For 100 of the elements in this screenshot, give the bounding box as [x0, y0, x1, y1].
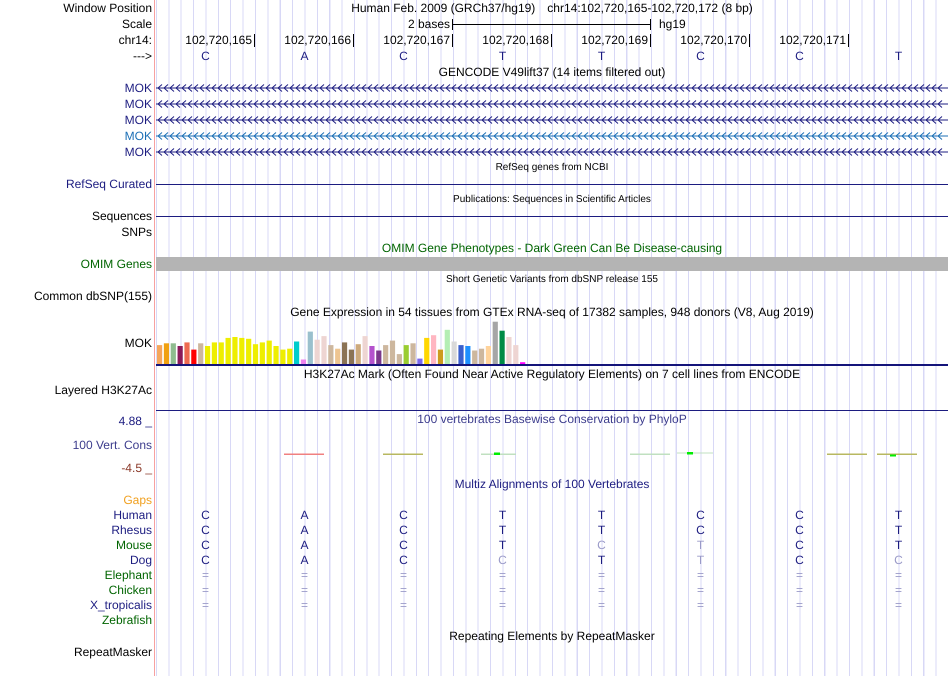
base-letter: C: [893, 553, 904, 568]
track-title: Publications: Sequences in Scientific Articles: [453, 193, 651, 207]
base-letter: =: [894, 583, 903, 598]
track-title: Repeating Elements by RepeatMasker: [449, 628, 655, 644]
track-label[interactable]: MOK: [0, 144, 154, 160]
base-letter: =: [794, 568, 804, 583]
base-letter: T: [498, 523, 508, 538]
base-letter: T: [696, 553, 706, 568]
base-letter: =: [200, 583, 210, 598]
coordinate-label: 102,720,170: [680, 34, 750, 46]
base-letter: C: [794, 508, 805, 523]
species-label: Rhesus: [110, 523, 153, 538]
base-letter: T: [596, 48, 606, 64]
base-letter: =: [200, 568, 210, 583]
track-label[interactable]: RepeatMasker: [0, 644, 154, 660]
base-letter: C: [200, 538, 211, 553]
scale-text: 2 bases: [408, 16, 451, 32]
base-letter: =: [398, 598, 408, 613]
gene-feature-drawing[interactable]: [156, 147, 948, 157]
base-letter: A: [299, 48, 310, 64]
gene-feature-drawing[interactable]: [156, 115, 948, 125]
track-label[interactable]: Common dbSNP(155): [0, 288, 154, 304]
base-letter: =: [300, 598, 309, 613]
coordinate-label: 102,720,166: [284, 34, 354, 46]
track-title: 100 vertebrates Basewise Conservation by PhyloP: [417, 411, 687, 427]
base-letter: =: [696, 598, 705, 613]
base-letter: T: [596, 553, 606, 568]
coordinate-label: 102,720,165: [185, 34, 255, 46]
base-letter: T: [894, 508, 904, 523]
assembly-text: hg19: [658, 16, 687, 32]
track-label: Window Position: [62, 0, 153, 16]
base-letter: C: [200, 553, 211, 568]
base-letter: =: [794, 598, 804, 613]
track-label[interactable]: Layered H3K27Ac: [0, 382, 154, 411]
base-letter: =: [696, 568, 705, 583]
base-letter: =: [200, 598, 210, 613]
base-letter: T: [596, 523, 606, 538]
base-letter: =: [498, 568, 507, 583]
track-label[interactable]: 100 Vert. Cons: [72, 438, 152, 452]
base-letter: T: [498, 48, 508, 64]
base-letter: C: [398, 523, 409, 538]
track-title: H3K27Ac Mark (Often Found Near Active Regulatory Elements) on 7 cell lines from ENCODE: [304, 366, 800, 382]
species-label: Elephant: [104, 568, 153, 583]
base-letter: =: [596, 598, 606, 613]
species-label: Chicken: [108, 583, 153, 598]
track-label[interactable]: MOK: [0, 112, 154, 128]
base-letter: =: [398, 568, 408, 583]
base-letter: C: [200, 523, 211, 538]
species-label: X_tropicalis: [88, 598, 153, 613]
track-label[interactable]: MOK: [0, 96, 154, 112]
gene-feature-drawing[interactable]: [156, 83, 948, 93]
base-letter: C: [794, 553, 805, 568]
species-label: Mouse: [114, 538, 153, 553]
track-label: Scale: [120, 16, 153, 32]
base-letter: C: [596, 538, 607, 553]
species-label: Human: [112, 508, 153, 523]
base-letter: =: [300, 583, 309, 598]
base-letter: =: [498, 583, 507, 598]
track-label: chr14:: [118, 32, 153, 48]
base-letter: A: [299, 538, 310, 553]
track-title: RefSeq genes from NCBI: [496, 161, 608, 175]
base-letter: T: [498, 508, 508, 523]
axis-min-label: -4.5 _: [121, 461, 152, 476]
track-title: GENCODE V49lift37 (14 items filtered out): [438, 64, 666, 80]
base-letter: T: [894, 48, 904, 64]
base-letter: C: [794, 48, 805, 64]
track-label[interactable]: SNPs: [0, 224, 154, 240]
base-letter: =: [794, 583, 804, 598]
base-letter: C: [200, 508, 211, 523]
base-letter: =: [398, 583, 408, 598]
base-letter: =: [596, 568, 606, 583]
track-title: OMIM Gene Phenotypes - Dark Green Can Be Disease-causing: [382, 240, 722, 256]
base-letter: C: [200, 48, 211, 64]
track-label[interactable]: MOK: [0, 128, 154, 144]
coordinate-label: 102,720,171: [779, 34, 849, 46]
track-title: Gene Expression in 54 tissues from GTEx RNA-seq of 17382 samples, 948 donors (V8, Aug 2019): [290, 304, 814, 320]
gene-feature-drawing[interactable]: [156, 99, 948, 109]
track-label: --->: [132, 48, 153, 64]
track-title: Short Genetic Variants from dbSNP release 155: [446, 273, 658, 287]
base-letter: C: [398, 48, 409, 64]
track-label[interactable]: Sequences: [0, 208, 154, 224]
track-label[interactable]: RefSeq Curated: [0, 176, 154, 192]
species-label: Dog: [128, 553, 153, 568]
base-letter: =: [596, 583, 606, 598]
base-letter: T: [498, 538, 508, 553]
track-label[interactable]: MOK: [0, 320, 154, 366]
base-letter: A: [299, 523, 310, 538]
track-title: Multiz Alignments of 100 Vertebrates: [454, 476, 650, 492]
base-letter: C: [794, 538, 805, 553]
base-letter: =: [300, 568, 309, 583]
track-label[interactable]: OMIM Genes: [0, 256, 154, 272]
base-letter: T: [596, 508, 606, 523]
base-letter: C: [398, 538, 409, 553]
base-letter: C: [794, 523, 805, 538]
position-text: chr14:102,720,165-102,720,172 (8 bp): [547, 0, 753, 16]
base-letter: C: [398, 508, 409, 523]
base-letter: C: [497, 553, 508, 568]
base-letter: A: [299, 553, 310, 568]
base-letter: =: [696, 583, 705, 598]
track-label[interactable]: MOK: [0, 80, 154, 96]
